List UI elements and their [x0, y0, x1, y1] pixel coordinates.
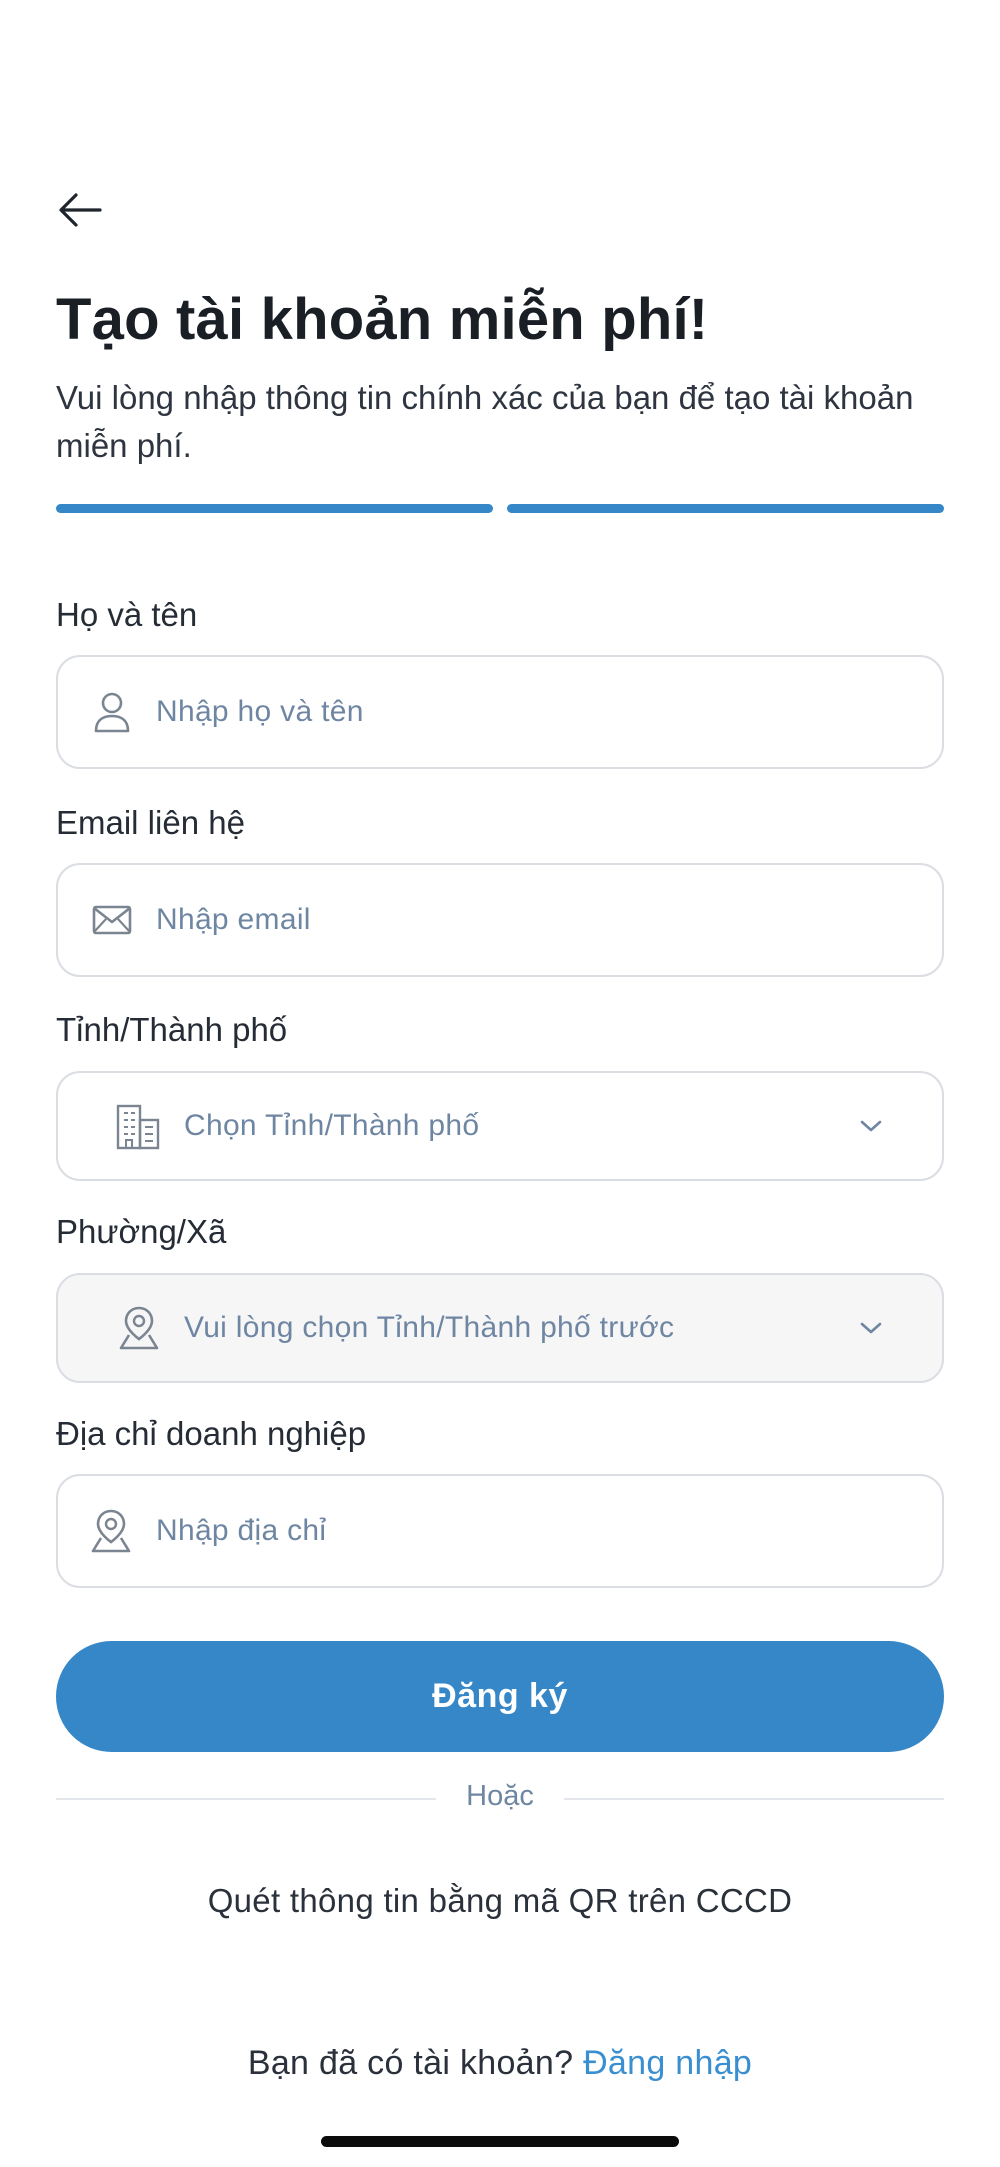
- map-pin-icon: [116, 1305, 162, 1351]
- divider-text: Hoặc: [466, 1780, 534, 1812]
- progress-step-2: [507, 504, 944, 513]
- login-prompt-text: Bạn đã có tài khoản?: [247, 2044, 574, 2082]
- building-icon: [114, 1102, 162, 1150]
- full-name-field[interactable]: [56, 655, 944, 769]
- ward-label: Phường/Xã: [56, 1213, 227, 1250]
- province-label: Tỉnh/Thành phố: [56, 1011, 288, 1048]
- province-select[interactable]: Chọn Tỉnh/Thành phố: [56, 1071, 944, 1181]
- ward-select[interactable]: Vui lòng chọn Tỉnh/Thành phố trước: [56, 1273, 944, 1383]
- arrow-left-icon: [56, 190, 104, 235]
- full-name-input[interactable]: [156, 695, 942, 729]
- login-prompt: Bạn đã có tài khoản? Đăng nhập: [0, 2044, 1000, 2083]
- login-link[interactable]: Đăng nhập: [583, 2044, 752, 2082]
- user-icon: [90, 690, 134, 734]
- chevron-down-icon: [856, 1313, 886, 1343]
- page-subtitle: Vui lòng nhập thông tin chính xác của bạ…: [56, 379, 914, 464]
- divider-right: [564, 1798, 944, 1800]
- map-pin-icon: [88, 1508, 134, 1554]
- page-title: Tạo tài khoản miễn phí!: [56, 287, 709, 352]
- mail-icon: [90, 898, 134, 942]
- province-placeholder: Chọn Tỉnh/Thành phố: [184, 1109, 480, 1142]
- back-button[interactable]: [56, 184, 116, 240]
- address-input[interactable]: [156, 1514, 942, 1548]
- full-name-label: Họ và tên: [56, 596, 198, 633]
- scan-qr-link[interactable]: Quét thông tin bằng mã QR trên CCCD: [0, 1882, 1000, 1920]
- step-progress: [56, 504, 944, 513]
- email-input[interactable]: [156, 903, 942, 937]
- email-label: Email liên hệ: [56, 804, 245, 841]
- address-field[interactable]: [56, 1474, 944, 1588]
- ward-placeholder: Vui lòng chọn Tỉnh/Thành phố trước: [184, 1311, 675, 1344]
- progress-step-1: [56, 504, 493, 513]
- address-label: Địa chỉ doanh nghiệp: [56, 1415, 367, 1452]
- chevron-down-icon: [856, 1111, 886, 1141]
- email-field[interactable]: [56, 863, 944, 977]
- register-button[interactable]: Đăng ký: [56, 1641, 944, 1752]
- home-indicator[interactable]: [321, 2136, 679, 2147]
- divider-left: [56, 1798, 436, 1800]
